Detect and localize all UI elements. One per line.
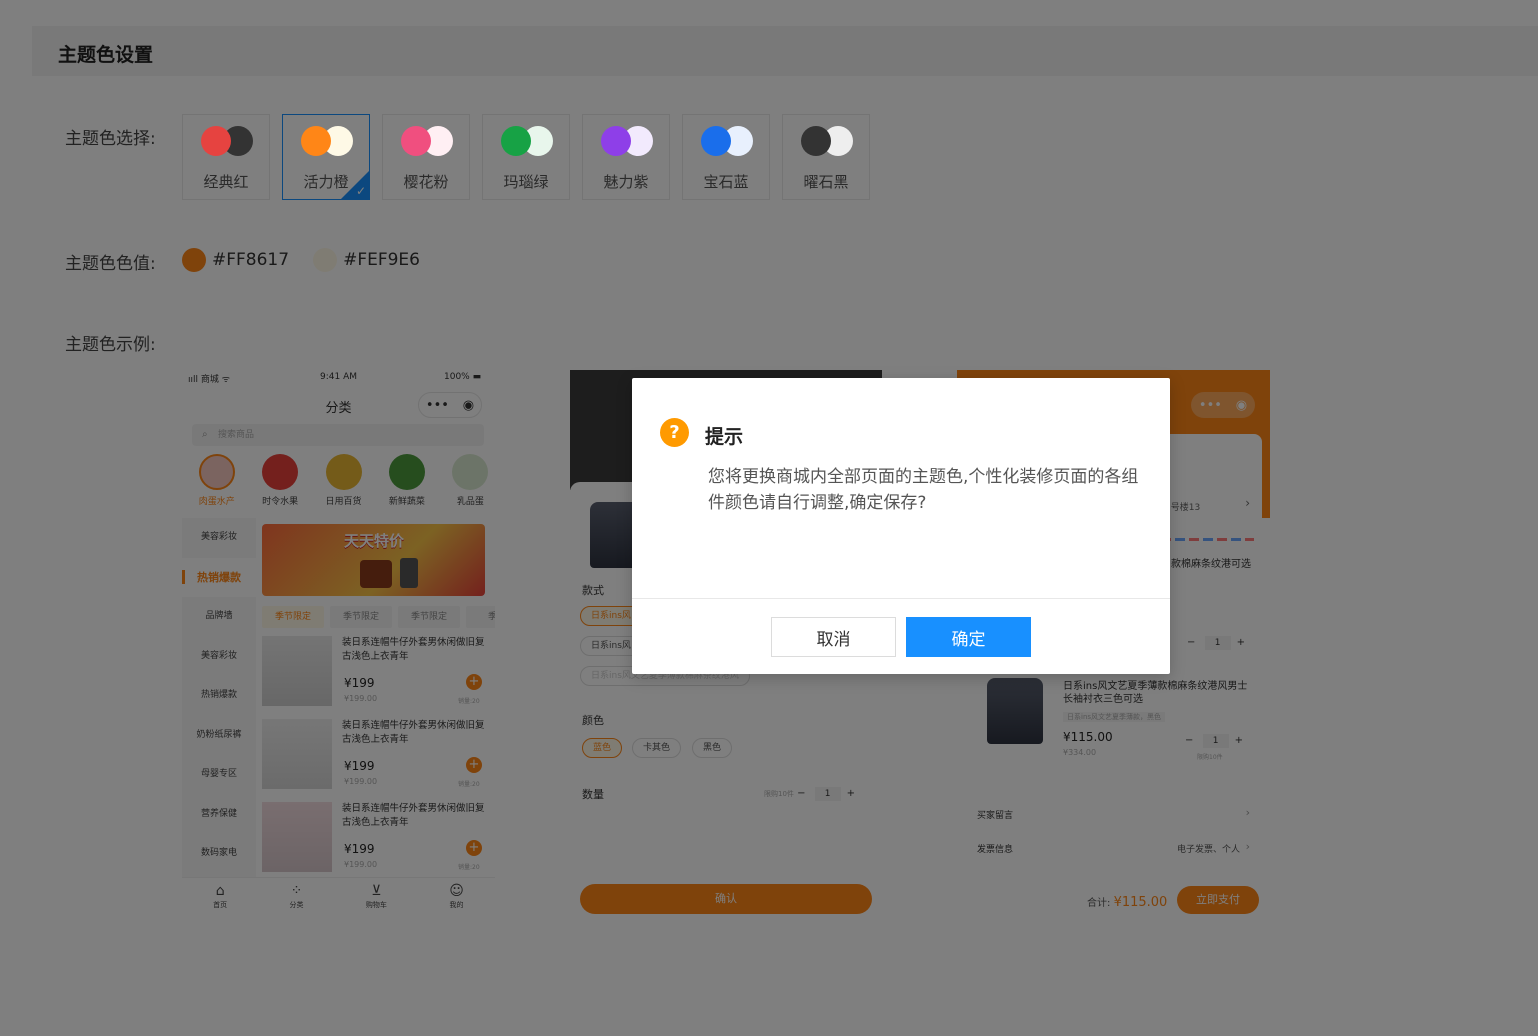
dialog-message: 您将更换商城内全部页面的主题色,个性化装修页面的各组件颜色请自行调整,确定保存? [708,467,1139,513]
cancel-button[interactable]: 取消 [771,617,896,657]
primary-color-dot [401,126,431,156]
primary-color-dot [701,126,731,156]
dialog-divider [632,598,1170,599]
ok-button[interactable]: 确定 [906,617,1031,657]
primary-color-dot [301,126,331,156]
question-icon: ? [660,418,689,447]
primary-color-dot [501,126,531,156]
primary-color-dot [801,126,831,156]
primary-color-dot [601,126,631,156]
primary-color-dot [201,126,231,156]
dialog-title: 提示 [705,426,744,448]
confirm-dialog: ? 提示 您将更换商城内全部页面的主题色,个性化装修页面的各组件颜色请自行调整,… [632,378,1170,674]
